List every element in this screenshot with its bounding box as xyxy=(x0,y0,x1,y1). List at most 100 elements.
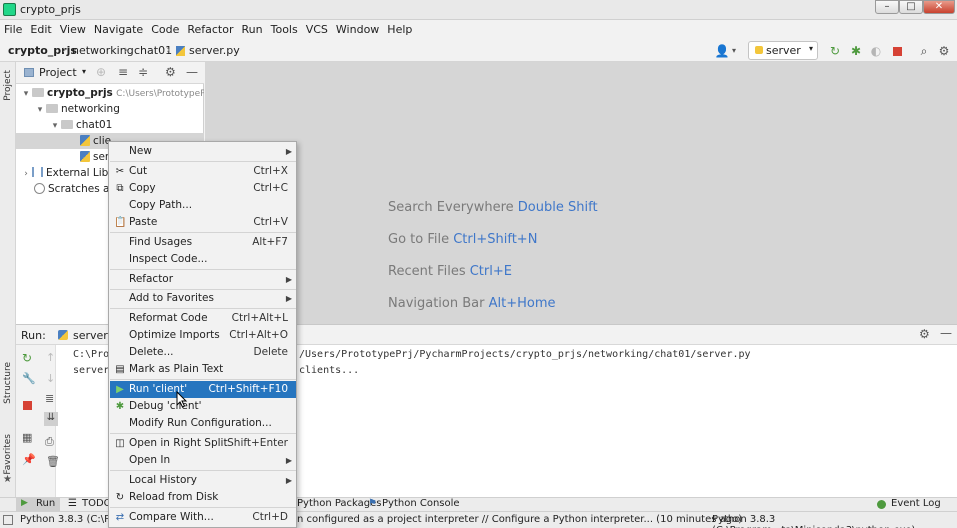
menu-item-refactor[interactable]: Refactor ▶ xyxy=(110,271,296,288)
coverage-icon[interactable]: ◐ xyxy=(868,43,884,59)
menu-item-open-in[interactable]: Open In ▶ xyxy=(110,452,296,469)
scroll-to-end-icon[interactable]: ⇊ xyxy=(44,412,58,426)
menu-item-delete[interactable]: Delete... Delete xyxy=(110,344,296,361)
menu-item-optimize-imports[interactable]: Optimize Imports Ctrl+Alt+O xyxy=(110,327,296,344)
expand-all-icon[interactable]: ≡ xyxy=(118,65,128,79)
list-icon: ☰ xyxy=(68,498,77,509)
tree-item-chat01[interactable]: ▾ chat01 xyxy=(16,117,204,133)
python-file-icon xyxy=(80,151,90,162)
interpreter-status[interactable]: Python 3.8.3 (C:\Program...ta\Miniconda3… xyxy=(712,514,957,528)
search-icon[interactable]: ⌕ xyxy=(916,43,932,59)
run-configuration-select[interactable]: server ▾ xyxy=(748,41,818,60)
menu-item-inspect-code[interactable]: Inspect Code... xyxy=(110,251,296,268)
library-icon xyxy=(32,167,43,177)
hide-icon[interactable]: — xyxy=(186,65,198,79)
menu-item-find-usages[interactable]: Find Usages Alt+F7 xyxy=(110,234,296,251)
locate-icon[interactable]: ⊕ xyxy=(96,65,106,79)
menu-window[interactable]: Window xyxy=(332,20,383,36)
navigation-bar: crypto_prjs › networking › chat01 › serv… xyxy=(0,40,957,62)
stop-icon[interactable] xyxy=(893,47,902,56)
arrow-down-icon[interactable]: ↓ xyxy=(46,372,55,385)
chevron-down-icon[interactable]: ▾ xyxy=(82,67,86,76)
python-file-icon xyxy=(176,46,185,56)
menu-item-reload-from-disk[interactable]: ↻ Reload from Disk xyxy=(110,489,296,506)
console-line-1-start: C:\Pro xyxy=(73,349,110,360)
menu-run[interactable]: Run xyxy=(238,20,267,36)
chevron-down-icon: ▾ xyxy=(808,44,813,53)
rerun-icon[interactable]: ↻ xyxy=(22,351,32,365)
breadcrumb-file[interactable]: server.py xyxy=(189,44,240,57)
close-button[interactable]: ✕ xyxy=(923,0,955,14)
print-icon[interactable]: ⎙ xyxy=(45,435,54,449)
minimize-button[interactable]: – xyxy=(875,0,899,14)
menu-item-copy[interactable]: ⧉ Copy Ctrl+C xyxy=(110,180,296,197)
maximize-button[interactable]: □ xyxy=(899,0,923,14)
project-view-label[interactable]: Project xyxy=(39,66,77,79)
menu-code[interactable]: Code xyxy=(147,20,183,36)
folder-icon xyxy=(32,88,44,97)
menu-item-open-right-split[interactable]: ◫ Open in Right Split Shift+Enter xyxy=(110,435,296,452)
gear-icon[interactable]: ⚙ xyxy=(919,327,930,341)
collapse-all-icon[interactable]: ≑ xyxy=(138,65,148,79)
menu-item-mark-plain-text[interactable]: ▤ Mark as Plain Text xyxy=(110,361,296,378)
menu-item-paste[interactable]: 📋 Paste Ctrl+V xyxy=(110,214,296,231)
structure-tool-tab[interactable]: Structure xyxy=(3,362,13,404)
menu-item-compare-with[interactable]: ⇄ Compare With... Ctrl+D xyxy=(110,509,296,526)
menu-item-modify-run-config[interactable]: Modify Run Configuration... xyxy=(110,415,296,432)
menu-item-add-to-favorites[interactable]: Add to Favorites ▶ xyxy=(110,290,296,307)
trash-icon[interactable]: 🗑 xyxy=(46,455,60,468)
gear-icon[interactable]: ⚙ xyxy=(165,65,176,79)
menu-item-reformat-code[interactable]: Reformat Code Ctrl+Alt+L xyxy=(110,310,296,327)
menu-separator xyxy=(110,507,296,508)
arrow-up-icon[interactable]: ↑ xyxy=(46,351,55,364)
layout-icon[interactable]: ▦ xyxy=(22,431,32,444)
menu-view[interactable]: View xyxy=(56,20,90,36)
menu-item-copy-path[interactable]: Copy Path... xyxy=(110,197,296,214)
context-menu: New ▶ ✂ Cut Ctrl+X ⧉ Copy Ctrl+C Copy Path...… xyxy=(108,141,297,528)
menu-file[interactable]: File xyxy=(0,20,26,36)
bottom-tab-run[interactable]: ▶ Run xyxy=(16,498,60,511)
paste-icon: 📋 xyxy=(114,217,127,228)
editor-area[interactable]: Search Everywhere Double Shift Go to Fil… xyxy=(205,62,957,324)
menu-refactor[interactable]: Refactor xyxy=(183,20,237,36)
menu-help[interactable]: Help xyxy=(383,20,416,36)
menu-separator xyxy=(110,232,296,233)
hide-icon[interactable]: — xyxy=(940,326,952,340)
run-panel-label: Run: xyxy=(21,329,46,342)
menu-edit[interactable]: Edit xyxy=(26,20,55,36)
menu-item-run-client[interactable]: ▶ Run 'client' Ctrl+Shift+F10 xyxy=(110,381,296,398)
scratches-icon xyxy=(34,183,45,194)
menu-item-local-history[interactable]: Local History ▶ xyxy=(110,472,296,489)
copy-icon: ⧉ xyxy=(116,183,124,194)
wrench-icon[interactable]: 🔧 xyxy=(22,372,36,385)
menu-item-debug-client[interactable]: ✱ Debug 'client' xyxy=(110,398,296,415)
menu-vcs[interactable]: VCS xyxy=(302,20,332,36)
rerun-icon[interactable]: ↻ xyxy=(827,43,843,59)
menu-item-new[interactable]: New ▶ xyxy=(110,143,296,160)
plain-text-icon: ▤ xyxy=(115,364,125,375)
menu-navigate[interactable]: Navigate xyxy=(90,20,147,36)
toggle-tool-windows-icon[interactable] xyxy=(3,515,13,525)
pycharm-logo-icon xyxy=(3,3,16,16)
debug-icon[interactable]: ✱ xyxy=(848,43,864,59)
breadcrumb-project[interactable]: crypto_prjs xyxy=(8,44,77,57)
star-icon[interactable]: ★ xyxy=(3,474,12,485)
stop-icon[interactable] xyxy=(23,401,32,410)
pin-icon[interactable]: 📌 xyxy=(22,453,36,466)
soft-wrap-icon[interactable]: ≣ xyxy=(45,392,54,405)
project-tool-tab[interactable]: Project xyxy=(3,70,13,101)
event-log-icon xyxy=(877,500,886,509)
bottom-tab-python-console[interactable]: Python Console xyxy=(382,498,460,509)
bottom-tab-event-log[interactable]: Event Log xyxy=(891,498,941,509)
favorites-tool-tab[interactable]: Favorites xyxy=(3,434,13,475)
run-tab-server[interactable]: server xyxy=(73,329,108,342)
menu-tools[interactable]: Tools xyxy=(267,20,302,36)
chevron-down-icon: ▾ xyxy=(37,105,43,115)
menu-separator xyxy=(110,470,296,471)
settings-icon[interactable]: ⚙ xyxy=(936,43,952,59)
menu-item-cut[interactable]: ✂ Cut Ctrl+X xyxy=(110,163,296,180)
tree-item-root[interactable]: ▾crypto_prjs C:\Users\PrototypePrj\ xyxy=(16,85,204,101)
tree-item-networking[interactable]: ▾ networking xyxy=(16,101,204,117)
menu-separator xyxy=(110,379,296,380)
left-tool-strip: Project Structure Favorites ★ xyxy=(0,62,16,497)
